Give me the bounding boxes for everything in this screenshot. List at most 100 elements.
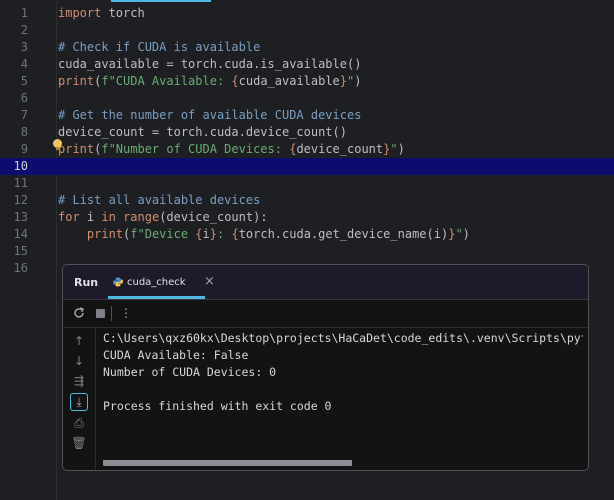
line-number: 2	[20, 23, 28, 37]
code-token: torch.cuda.get_device_name(i)	[238, 227, 449, 241]
line-number: 3	[20, 40, 28, 54]
code-line[interactable]: 13 for i in range(device_count):	[0, 209, 614, 226]
code-token: }	[209, 227, 217, 241]
line-number: 11	[13, 176, 28, 190]
line-number: 7	[20, 108, 28, 122]
code-line[interactable]: 7 # Get the number of available CUDA devi…	[0, 107, 614, 124]
line-number: 6	[20, 91, 28, 105]
print-icon[interactable]: ⎙	[70, 414, 88, 432]
code-line[interactable]: 3 # Check if CUDA is available	[0, 39, 614, 56]
code-line[interactable]: 9 print(f"Number of CUDA Devices: {device…	[0, 141, 614, 158]
code-token: i	[79, 210, 102, 224]
code-token: print	[58, 74, 95, 88]
code-line[interactable]: 6	[0, 90, 614, 107]
code-token: print	[58, 142, 95, 156]
scroll-down-icon[interactable]: ↓	[70, 352, 88, 370]
more-options-icon[interactable]: ⋮	[119, 306, 133, 320]
tab-cuda-check[interactable]: cuda_check ×	[108, 265, 215, 299]
line-number: 14	[13, 227, 28, 241]
code-token: i	[202, 227, 210, 241]
code-token: # List all available devices	[58, 193, 261, 207]
code-line[interactable]: 2	[0, 22, 614, 39]
code-token: in	[101, 210, 116, 224]
code-token: f"CUDA Available:	[101, 74, 232, 88]
run-toolbar: ⋮	[63, 300, 588, 328]
code-token: # Get the number of available CUDA devic…	[58, 108, 362, 122]
code-token: import	[58, 6, 102, 20]
line-number: 4	[20, 57, 28, 71]
tab-underline	[108, 296, 205, 299]
code-token: # Check if CUDA is available	[58, 40, 261, 54]
code-token: for	[58, 210, 80, 224]
console-line: CUDA Available: False	[103, 348, 249, 362]
code-token: cuda_available = torch.cuda.is_available…	[58, 57, 362, 71]
code-token: {	[195, 227, 203, 241]
scroll-up-icon[interactable]: ↑	[70, 332, 88, 350]
console-line: Number of CUDA Devices: 0	[103, 365, 277, 379]
active-tab-indicator	[111, 0, 211, 2]
code-line[interactable]: 1 import torch	[0, 5, 614, 22]
line-number: 16	[13, 261, 28, 275]
line-number: 10	[13, 159, 28, 173]
code-text: print(f"Number of CUDA Devices: {device_…	[58, 141, 405, 158]
code-text: # Check if CUDA is available	[58, 39, 260, 56]
code-token: "	[455, 227, 463, 241]
code-line[interactable]: 8 device_count = torch.cuda.device_count(…	[0, 124, 614, 141]
run-header: Run cuda_check ×	[63, 265, 588, 300]
code-line[interactable]: 12 # List all available devices	[0, 192, 614, 209]
code-line[interactable]: 4 cuda_available = torch.cuda.is_availabl…	[0, 56, 614, 73]
code-text: # List all available devices	[58, 192, 260, 209]
console-side-toolbar: ↑ ↓ ⇶ ⤓ ⎙ 🗑	[63, 328, 96, 470]
code-token: )	[354, 74, 362, 88]
code-token: torch	[101, 6, 145, 20]
code-line[interactable]: 14 print(f"Device {i}: {torch.cuda.get_d…	[0, 226, 614, 243]
code-text: import torch	[58, 5, 145, 22]
line-number: 8	[20, 125, 28, 139]
code-text: cuda_available = torch.cuda.is_available…	[58, 56, 361, 73]
line-number: 5	[20, 74, 28, 88]
code-token: f"Number of CUDA Devices:	[101, 142, 290, 156]
code-token: {	[231, 74, 239, 88]
scroll-to-end-icon[interactable]: ⤓	[70, 393, 88, 411]
toolbar-separator	[111, 306, 112, 321]
console-line: C:\Users\qxz60kx\Desktop\projects\HaCaDe…	[103, 331, 583, 345]
stop-icon[interactable]	[93, 306, 107, 320]
code-line[interactable]: 11	[0, 175, 614, 192]
intention-bulb-icon[interactable]	[53, 139, 62, 150]
line-number: 1	[20, 6, 28, 20]
tab-label: cuda_check	[127, 277, 186, 288]
code-token: )	[397, 142, 405, 156]
run-tool-window: Run cuda_check × ⋮ ↑ ↓ ⇶ ⤓ ⎙ 🗑 C:\Users\…	[62, 264, 589, 471]
code-token: range	[123, 210, 160, 224]
line-number: 9	[20, 142, 28, 156]
code-token: cuda_available	[238, 74, 340, 88]
code-line[interactable]: 5 print(f"CUDA Available: {cuda_available…	[0, 73, 614, 90]
soft-wrap-icon[interactable]: ⇶	[70, 372, 88, 390]
horizontal-scrollbar[interactable]	[103, 460, 352, 466]
code-text: print(f"CUDA Available: {cuda_available}…	[58, 73, 362, 90]
code-token: f"Device	[130, 227, 196, 241]
code-text: # Get the number of available CUDA devic…	[58, 107, 361, 124]
code-token: )	[462, 227, 470, 241]
code-token: device_count = torch.cuda.device_count()	[58, 125, 347, 139]
line-number: 15	[13, 244, 28, 258]
console-line: Process finished with exit code 0	[103, 399, 332, 413]
run-title: Run	[74, 276, 99, 289]
code-line-current[interactable]: 10	[0, 158, 614, 175]
rerun-icon[interactable]	[72, 306, 86, 320]
code-text: device_count = torch.cuda.device_count()	[58, 124, 347, 141]
close-icon[interactable]: ×	[204, 274, 215, 289]
line-number: 13	[13, 210, 28, 224]
code-text: for i in range(device_count):	[58, 209, 268, 226]
code-line[interactable]: 15	[0, 243, 614, 260]
code-token: print	[86, 227, 124, 241]
code-token: device_count	[296, 142, 384, 156]
code-token: }	[339, 74, 348, 88]
code-token: (device_count):	[159, 210, 268, 224]
line-number: 12	[13, 193, 28, 207]
trash-icon[interactable]: 🗑	[70, 434, 88, 452]
code-token: :	[217, 227, 232, 241]
console-output[interactable]: C:\Users\qxz60kx\Desktop\projects\HaCaDe…	[103, 328, 583, 448]
